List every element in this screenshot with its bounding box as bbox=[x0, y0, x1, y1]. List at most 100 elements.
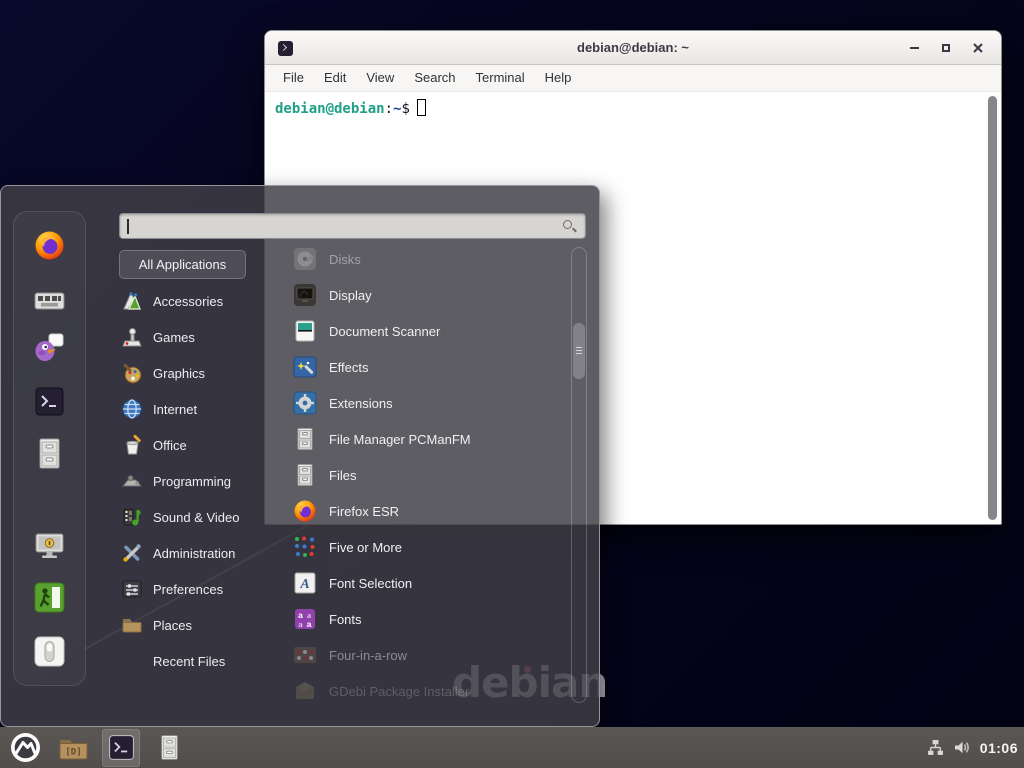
menu-file[interactable]: File bbox=[273, 65, 314, 91]
menu-button-icon bbox=[10, 732, 41, 763]
gdebi-icon bbox=[293, 679, 317, 703]
category-preferences[interactable]: Preferences bbox=[113, 571, 278, 607]
app-label: Extensions bbox=[329, 396, 393, 411]
app-row-effects[interactable]: Effects bbox=[284, 349, 566, 385]
administration-icon bbox=[121, 542, 143, 564]
svg-text:[D]: [D] bbox=[65, 747, 81, 757]
app-row-five-or-more[interactable]: Five or More bbox=[284, 529, 566, 565]
category-label: Preferences bbox=[153, 582, 223, 597]
category-programming[interactable]: Programming bbox=[113, 463, 278, 499]
search-caret bbox=[127, 219, 129, 234]
favorite-file-manager-button[interactable] bbox=[33, 437, 66, 470]
app-label: Disks bbox=[329, 252, 361, 267]
prompt-user-host: debian@debian bbox=[275, 101, 385, 117]
category-label: Accessories bbox=[153, 294, 223, 309]
taskbar-terminal-icon bbox=[107, 733, 136, 762]
category-sound-video[interactable]: Sound & Video bbox=[113, 499, 278, 535]
category-graphics[interactable]: Graphics bbox=[113, 355, 278, 391]
terminal-scrollbar-thumb[interactable] bbox=[988, 96, 997, 520]
category-label: Sound & Video bbox=[153, 510, 240, 525]
category-administration[interactable]: Administration bbox=[113, 535, 278, 571]
graphics-icon bbox=[121, 362, 143, 384]
menu-terminal[interactable]: Terminal bbox=[466, 65, 535, 91]
menu-button[interactable] bbox=[6, 729, 44, 767]
app-label: Files bbox=[329, 468, 356, 483]
effects-icon bbox=[293, 355, 317, 379]
volume-icon[interactable] bbox=[953, 739, 971, 756]
app-row-firefox-esr[interactable]: Firefox ESR bbox=[284, 493, 566, 529]
clock[interactable]: 01:06 bbox=[980, 740, 1018, 756]
folder-icon: [D] bbox=[58, 735, 89, 761]
app-label: Four-in-a-row bbox=[329, 648, 407, 663]
app-row-document-scanner[interactable]: Document Scanner bbox=[284, 313, 566, 349]
maximize-button[interactable] bbox=[933, 31, 959, 65]
terminal-titlebar[interactable]: debian@debian: ~ bbox=[265, 31, 1001, 65]
app-label: Fonts bbox=[329, 612, 362, 627]
menu-search[interactable]: Search bbox=[404, 65, 465, 91]
favorite-terminal-button[interactable] bbox=[33, 385, 66, 418]
application-menu: All Applications Accessories Games bbox=[0, 185, 600, 727]
internet-icon bbox=[121, 398, 143, 420]
menu-view[interactable]: View bbox=[356, 65, 404, 91]
category-label: Administration bbox=[153, 546, 235, 561]
app-row-fonts[interactable]: a a a a Fonts bbox=[284, 601, 566, 637]
category-recent-files[interactable]: Recent Files bbox=[113, 643, 278, 679]
taskbar-file-cabinet-icon bbox=[156, 733, 183, 762]
taskbar-terminal-button[interactable] bbox=[102, 729, 140, 767]
document-scanner-icon bbox=[293, 319, 317, 343]
app-row-files[interactable]: Files bbox=[284, 457, 566, 493]
minimize-button[interactable] bbox=[901, 31, 927, 65]
app-label: Display bbox=[329, 288, 372, 303]
svg-text:a: a bbox=[307, 619, 312, 629]
app-label: Firefox ESR bbox=[329, 504, 399, 519]
menu-scrollbar-track[interactable] bbox=[571, 247, 587, 703]
favorite-pidgin-button[interactable] bbox=[33, 331, 66, 364]
office-icon bbox=[121, 434, 143, 456]
category-office[interactable]: Office bbox=[113, 427, 278, 463]
extensions-icon bbox=[293, 391, 317, 415]
category-internet[interactable]: Internet bbox=[113, 391, 278, 427]
prompt-dollar: $ bbox=[401, 101, 409, 117]
pcmanfm-icon bbox=[293, 427, 317, 451]
app-label: File Manager PCManFM bbox=[329, 432, 471, 447]
lock-screen-icon bbox=[33, 529, 66, 562]
prompt-colon: : bbox=[385, 101, 393, 117]
search-input[interactable] bbox=[119, 213, 586, 239]
app-row-disks[interactable]: Disks bbox=[284, 241, 566, 277]
menu-help[interactable]: Help bbox=[535, 65, 582, 91]
log-out-icon bbox=[33, 581, 66, 614]
category-accessories[interactable]: Accessories bbox=[113, 283, 278, 319]
close-button[interactable] bbox=[965, 31, 991, 65]
app-row-display[interactable]: Display bbox=[284, 277, 566, 313]
accessories-icon bbox=[121, 290, 143, 312]
favorite-firefox-button[interactable] bbox=[33, 229, 66, 262]
firefox-icon bbox=[33, 229, 66, 262]
session-log-out-button[interactable] bbox=[33, 581, 66, 614]
terminal-scrollbar[interactable] bbox=[986, 94, 999, 522]
app-row-four-in-a-row[interactable]: Four-in-a-row bbox=[284, 637, 566, 673]
network-icon[interactable] bbox=[927, 739, 944, 756]
virtual-keyboard-icon bbox=[33, 284, 66, 317]
category-label: Office bbox=[153, 438, 187, 453]
search-icon bbox=[562, 219, 577, 234]
category-label: Graphics bbox=[153, 366, 205, 381]
shutdown-icon bbox=[33, 635, 66, 668]
category-all-applications[interactable]: All Applications bbox=[119, 250, 246, 279]
taskbar-file-manager-button[interactable] bbox=[150, 729, 188, 767]
session-lock-screen-button[interactable] bbox=[33, 529, 66, 562]
font-selection-icon: A bbox=[293, 571, 317, 595]
app-row-file-manager-pcmanfm[interactable]: File Manager PCManFM bbox=[284, 421, 566, 457]
favorite-virtual-keyboard-button[interactable] bbox=[33, 284, 66, 317]
app-row-font-selection[interactable]: A Font Selection bbox=[284, 565, 566, 601]
menu-scrollbar-thumb[interactable] bbox=[573, 323, 585, 379]
files-folder-button[interactable]: [D] bbox=[54, 729, 92, 767]
category-places[interactable]: Places bbox=[113, 607, 278, 643]
category-games[interactable]: Games bbox=[113, 319, 278, 355]
menu-edit[interactable]: Edit bbox=[314, 65, 356, 91]
session-shutdown-button[interactable] bbox=[33, 635, 66, 668]
app-row-gdebi[interactable]: GDebi Package Installer bbox=[284, 673, 566, 709]
pidgin-icon bbox=[33, 331, 66, 364]
desktop: debian debian@debian: ~ File Edit View S… bbox=[0, 0, 1024, 768]
app-label: Effects bbox=[329, 360, 369, 375]
app-row-extensions[interactable]: Extensions bbox=[284, 385, 566, 421]
